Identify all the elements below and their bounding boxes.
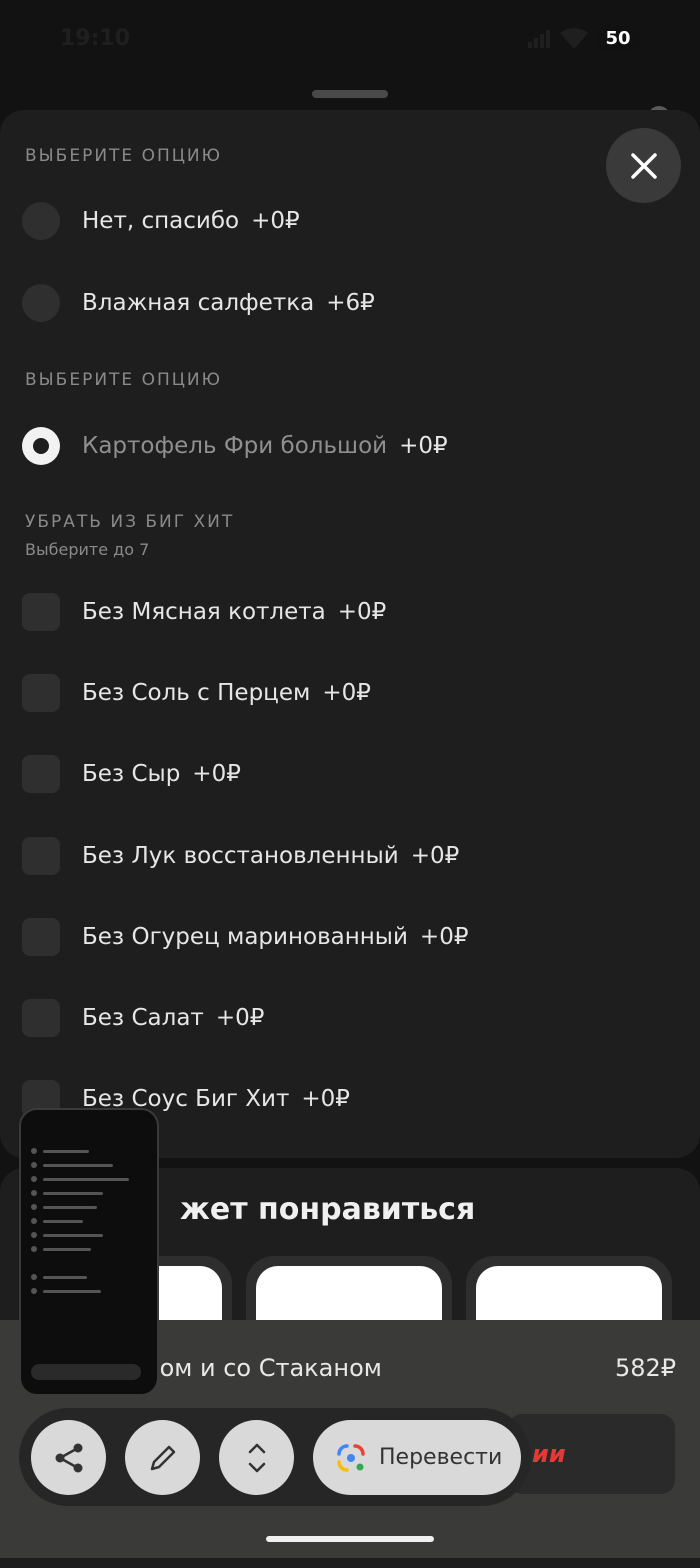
option-label: Влажная салфетка	[82, 290, 315, 316]
checkbox[interactable]	[22, 593, 60, 631]
status-time: 19:10	[60, 26, 131, 51]
option-fries-large[interactable]: Картофель Фри большой +0₽	[22, 426, 448, 466]
radio-button-selected[interactable]	[22, 427, 60, 465]
checkbox[interactable]	[22, 918, 60, 956]
thumb-row	[43, 1206, 97, 1209]
option-label: Картофель Фри большой	[82, 433, 388, 459]
thumb-row	[31, 1246, 37, 1252]
thumb-row	[31, 1190, 37, 1196]
option-label: Без Огурец маринованный	[82, 924, 408, 950]
option-price: +0₽	[337, 599, 387, 625]
recommendations-title: жет понравиться	[180, 1192, 476, 1227]
pencil-icon	[150, 1445, 175, 1470]
remove-option[interactable]: Без Сыр +0₽	[22, 754, 241, 794]
thumb-row	[31, 1288, 37, 1294]
thumb-row	[43, 1178, 129, 1181]
thumb-row	[43, 1248, 91, 1251]
section-title: ВЫБЕРИТЕ ОПЦИЮ	[25, 370, 222, 390]
thumb-row	[43, 1164, 113, 1167]
option-label: Без Сыр	[82, 761, 181, 787]
share-button[interactable]	[31, 1420, 106, 1495]
edit-button[interactable]	[125, 1420, 200, 1495]
close-button[interactable]	[606, 128, 681, 203]
option-no-thanks[interactable]: Нет, спасибо +0₽	[22, 201, 300, 241]
option-price: +0₽	[301, 1086, 350, 1112]
remove-option[interactable]: Без Соль с Перцем +0₽	[22, 673, 371, 713]
checkbox[interactable]	[22, 755, 60, 793]
section-title: ВЫБЕРИТЕ ОПЦИЮ	[25, 146, 222, 166]
remove-option[interactable]: Без Мясная котлета +0₽	[22, 592, 386, 632]
remove-option[interactable]: Без Огурец маринованный +0₽	[22, 917, 468, 957]
share-icon	[55, 1443, 82, 1472]
option-price: +0₽	[192, 761, 241, 787]
thumb-row	[31, 1162, 37, 1168]
radio-button[interactable]	[22, 284, 60, 322]
screenshot-thumbnail[interactable]	[19, 1108, 159, 1396]
thumb-row	[31, 1148, 37, 1154]
translate-button[interactable]: Перевести	[313, 1420, 521, 1495]
thumb-toolbar	[31, 1364, 141, 1380]
remove-option[interactable]: Без Лук восстановленный +0₽	[22, 836, 459, 876]
checkbox[interactable]	[22, 837, 60, 875]
option-price: +0₽	[215, 1005, 265, 1031]
thumb-row	[31, 1232, 37, 1238]
lens-icon	[337, 1443, 365, 1472]
battery-indicator: 50	[598, 26, 638, 52]
order-item-name: итом и со Стаканом	[130, 1354, 382, 1382]
status-bar: 19:10 50	[0, 0, 700, 80]
remove-option[interactable]: Без Салат +0₽	[22, 998, 264, 1038]
thumb-row	[43, 1234, 103, 1237]
option-price: +0₽	[419, 924, 469, 950]
thumb-row	[31, 1218, 37, 1224]
order-price: 582₽	[615, 1354, 677, 1382]
add-to-order-label: ии	[532, 1440, 566, 1468]
section-subtitle: Выберите до 7	[25, 540, 150, 559]
option-price: +0₽	[399, 433, 448, 459]
option-label: Без Лук восстановленный	[82, 843, 399, 869]
signal-icon	[528, 30, 550, 48]
expand-capture-button[interactable]	[219, 1420, 294, 1495]
thumb-row	[31, 1204, 37, 1210]
option-label: Нет, спасибо	[82, 208, 240, 234]
option-price: +0₽	[322, 680, 371, 706]
thumb-row	[43, 1150, 89, 1153]
thumb-row	[43, 1192, 103, 1195]
close-icon	[630, 152, 657, 179]
thumb-row	[43, 1276, 87, 1279]
home-indicator[interactable]	[266, 1536, 434, 1542]
option-price: +0₽	[410, 843, 460, 869]
option-label: Без Соль с Перцем	[82, 680, 311, 706]
option-wet-wipe[interactable]: Влажная салфетка +6₽	[22, 283, 375, 323]
thumb-row	[43, 1220, 83, 1223]
translate-label: Перевести	[379, 1445, 503, 1470]
radio-button[interactable]	[22, 202, 60, 240]
option-label: Без Салат	[82, 1005, 204, 1031]
option-price: +6₽	[326, 290, 375, 316]
expand-vertical-icon	[248, 1443, 265, 1472]
checkbox[interactable]	[22, 674, 60, 712]
wifi-icon	[560, 28, 588, 49]
thumb-row	[31, 1274, 37, 1280]
checkbox[interactable]	[22, 999, 60, 1037]
option-label: Без Мясная котлета	[82, 599, 326, 625]
sheet-grab-handle[interactable]	[312, 90, 388, 98]
option-price: +0₽	[251, 208, 300, 234]
thumb-row	[31, 1176, 37, 1182]
thumb-row	[43, 1290, 101, 1293]
section-title: УБРАТЬ ИЗ БИГ ХИТ	[25, 512, 235, 532]
